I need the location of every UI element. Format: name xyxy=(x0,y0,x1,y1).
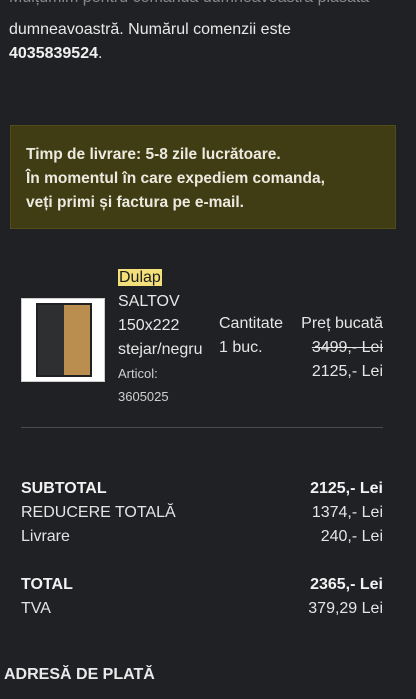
order-number-line: 4035839524. xyxy=(9,42,102,66)
product-name[interactable]: Dulap SALTOV 150x222 stejar/negru Artico… xyxy=(118,266,203,408)
shipping-label: Livrare xyxy=(21,528,70,545)
total-row: TOTAL 2365,- Lei xyxy=(21,573,383,597)
vat-label: TVA xyxy=(21,600,51,617)
delivery-notice: Timp de livrare: 5-8 zile lucrătoare. În… xyxy=(10,125,396,229)
subtotal-label: SUBTOTAL xyxy=(21,480,107,497)
discount-row: REDUCERE TOTALĂ 1374,- Lei xyxy=(21,501,383,525)
billing-address-title: ADRESĂ DE PLATĂ xyxy=(4,666,155,683)
order-total: TOTAL 2365,- Lei TVA 379,29 Lei xyxy=(21,573,383,621)
product-name-highlighted: Dulap xyxy=(118,269,162,286)
confirmation-cut-line: Mulțumim pentru comanda dumneavoastră pl… xyxy=(9,0,369,10)
total-label: TOTAL xyxy=(21,576,73,593)
quantity-block: Cantitate 1 buc. xyxy=(219,312,283,360)
vat-row: TVA 379,29 Lei xyxy=(21,597,383,621)
divider xyxy=(21,427,383,428)
old-price: 3499,- Lei xyxy=(311,339,383,356)
quantity-label: Cantitate xyxy=(219,315,284,332)
article-number: 3605025 xyxy=(118,389,169,404)
shipping-row: Livrare 240,- Lei xyxy=(21,525,383,549)
discount-label: REDUCERE TOTALĂ xyxy=(21,504,176,521)
unit-price-label: Preț bucată xyxy=(301,315,383,332)
order-number: 4035839524 xyxy=(9,45,98,62)
product-image[interactable] xyxy=(21,298,105,382)
order-number-suffix: . xyxy=(97,45,103,62)
subtotal-row: SUBTOTAL 2125,- Lei xyxy=(21,477,383,501)
quantity-value: 1 buc. xyxy=(219,339,263,356)
delivery-time-text: Timp de livrare: 5-8 zile lucrătoare. xyxy=(26,146,281,163)
article-label: Articol: xyxy=(118,366,158,381)
total-value: 2365,- Lei xyxy=(310,576,383,593)
unit-price-block: Preț bucată 3499,- Lei 2125,- Lei xyxy=(301,312,383,384)
invoice-notice-line2: veți primi și factura pe e-mail. xyxy=(26,194,244,211)
vat-value: 379,29 Lei xyxy=(308,600,383,617)
product-color: stejar/negru xyxy=(118,341,203,358)
shipping-value: 240,- Lei xyxy=(320,528,383,545)
product-model: SALTOV xyxy=(118,293,180,310)
new-price: 2125,- Lei xyxy=(311,363,383,380)
wardrobe-frame xyxy=(36,303,92,377)
confirmation-line: dumneavoastră. Numărul comenzii este xyxy=(9,21,291,38)
product-dimensions: 150x222 xyxy=(118,317,180,334)
subtotal-value: 2125,- Lei xyxy=(310,480,383,497)
discount-value: 1374,- Lei xyxy=(311,504,383,521)
invoice-notice-line1: În momentul în care expediem comanda, xyxy=(26,170,325,187)
order-summary: SUBTOTAL 2125,- Lei REDUCERE TOTALĂ 1374… xyxy=(21,477,383,549)
